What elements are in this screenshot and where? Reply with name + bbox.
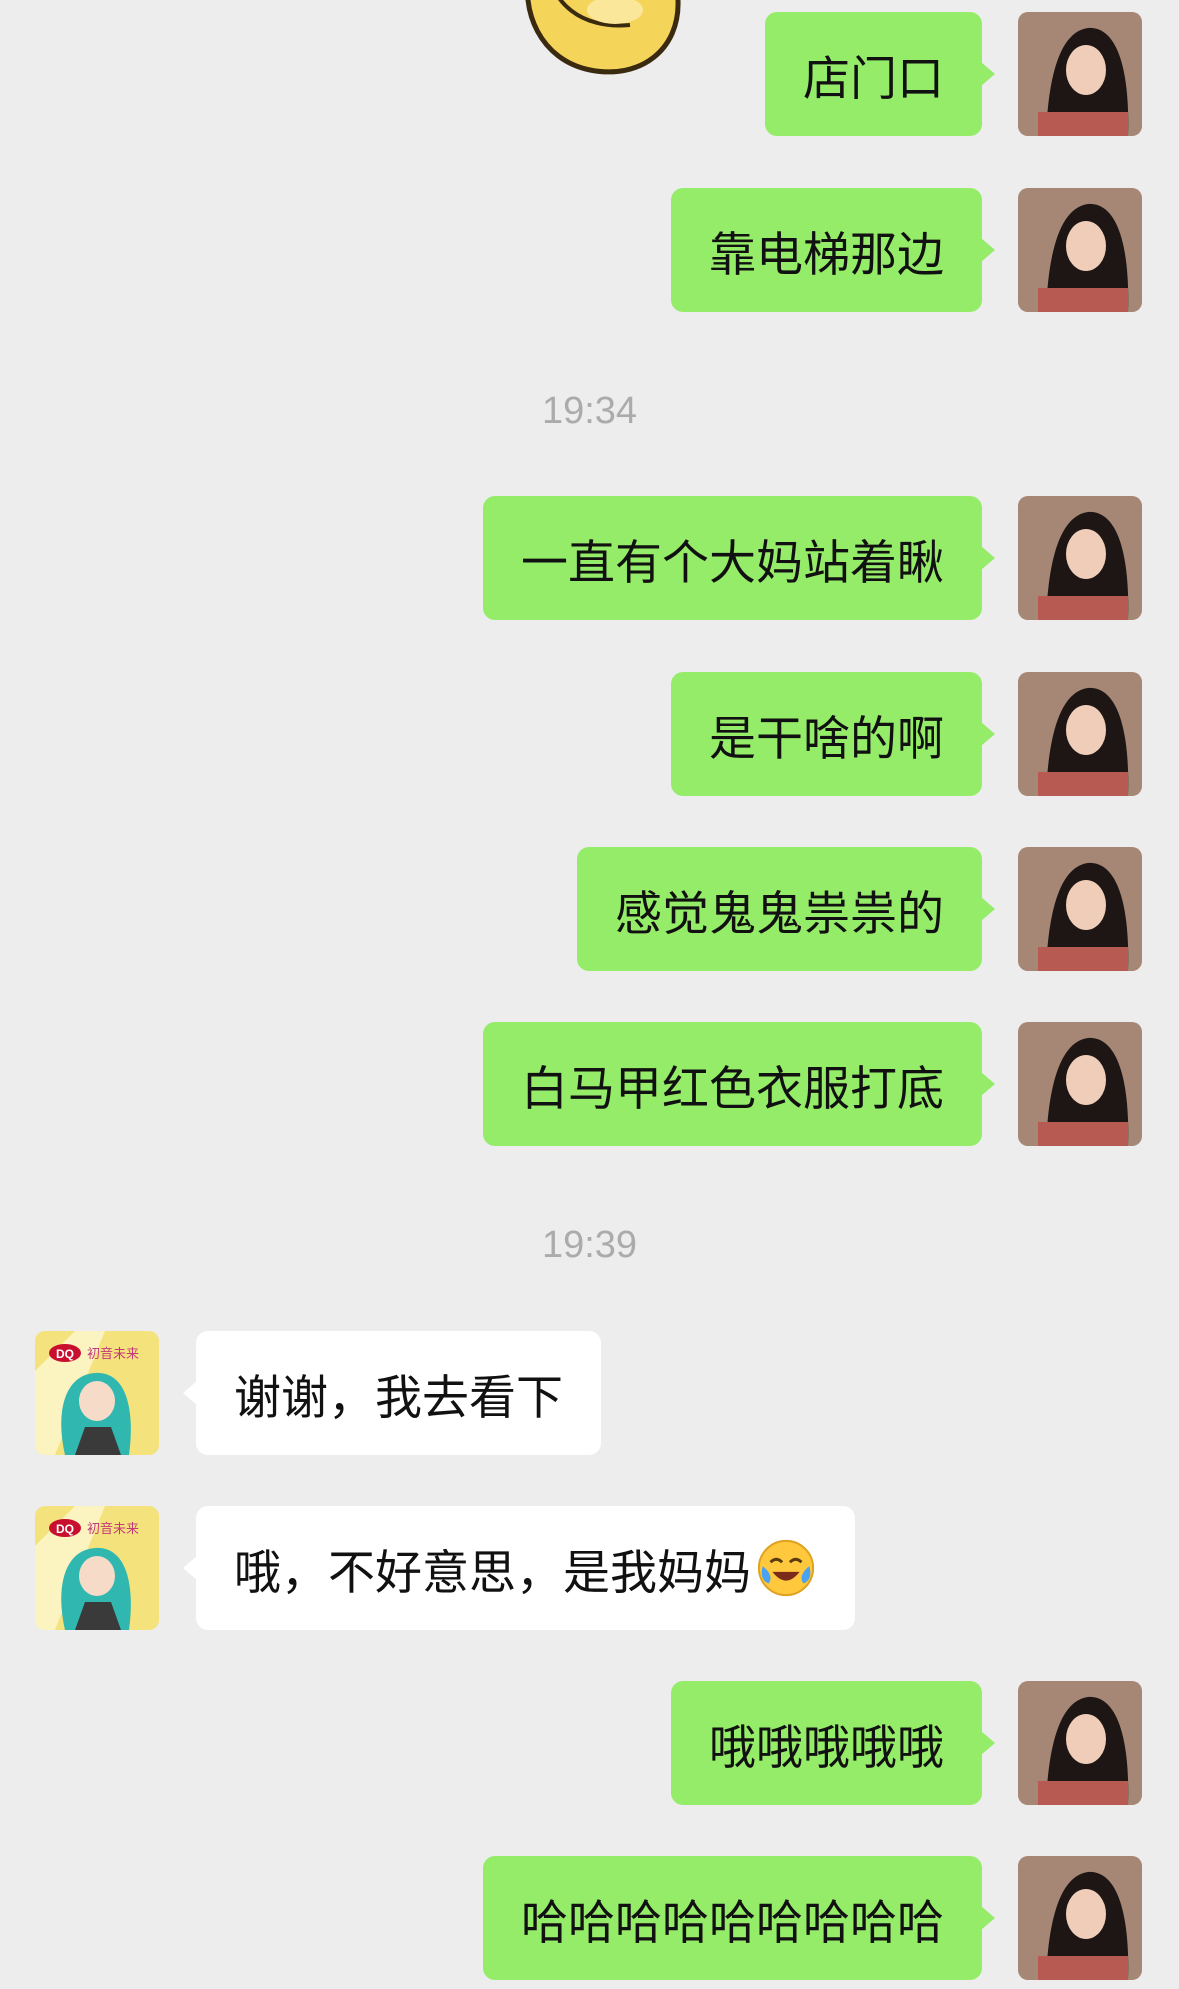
message-text: 店门口 [803, 51, 944, 107]
message-bubble[interactable]: 哈哈哈哈哈哈哈哈哈 [483, 1856, 995, 1980]
message-bubble[interactable]: 哦，不好意思，是我妈妈 [183, 1506, 855, 1630]
timestamp: 19:39 [541, 1224, 638, 1266]
message-bubble[interactable]: 谢谢，我去看下 [183, 1331, 601, 1455]
message-bubble[interactable]: 感觉鬼鬼祟祟的 [577, 847, 995, 971]
message-row: 哈哈哈哈哈哈哈哈哈 [0, 1856, 1179, 1980]
my-avatar[interactable] [1018, 1681, 1142, 1805]
message-text: 是干啥的啊 [709, 711, 944, 767]
my-avatar[interactable] [1018, 188, 1142, 312]
my-avatar[interactable] [1018, 847, 1142, 971]
avatar-caption: 初音未来 [87, 1346, 139, 1362]
message-bubble[interactable]: 白马甲红色衣服打底 [483, 1022, 995, 1146]
message-text: 一直有个大妈站着瞅 [521, 535, 944, 591]
message-text: 白马甲红色衣服打底 [521, 1061, 944, 1117]
contact-avatar[interactable]: DQ 初音未来 [35, 1331, 159, 1455]
my-avatar[interactable] [1018, 672, 1142, 796]
message-bubble[interactable]: 是干啥的啊 [671, 672, 995, 796]
timestamp: 19:34 [541, 390, 638, 432]
message-row: 店门口 [0, 12, 1179, 136]
message-text: 哦，不好意思，是我妈妈 [234, 1545, 751, 1601]
message-text: 谢谢，我去看下 [234, 1370, 563, 1426]
message-bubble[interactable]: 靠电梯那边 [671, 188, 995, 312]
brand-badge: DQ [56, 1522, 74, 1536]
message-bubble[interactable]: 店门口 [765, 12, 995, 136]
message-text: 靠电梯那边 [709, 227, 944, 283]
message-text: 感觉鬼鬼祟祟的 [615, 886, 944, 942]
message-bubble[interactable]: 一直有个大妈站着瞅 [483, 496, 995, 620]
my-avatar[interactable] [1018, 1022, 1142, 1146]
contact-avatar[interactable]: DQ 初音未来 [35, 1506, 159, 1630]
brand-badge: DQ [56, 1347, 74, 1361]
message-row: 哦哦哦哦哦 [0, 1681, 1179, 1805]
avatar-caption: 初音未来 [87, 1521, 139, 1537]
message-row: 是干啥的啊 [0, 672, 1179, 796]
message-row: 一直有个大妈站着瞅 [0, 496, 1179, 620]
message-row: 感觉鬼鬼祟祟的 [0, 847, 1179, 971]
message-row: 靠电梯那边 [0, 188, 1179, 312]
message-row: 白马甲红色衣服打底 [0, 1022, 1179, 1146]
message-row: DQ 初音未来 谢谢，我去看下 [0, 1331, 1179, 1455]
message-row: DQ 初音未来 哦，不好意思，是我妈妈 [0, 1506, 1179, 1630]
my-avatar[interactable] [1018, 496, 1142, 620]
message-text: 哈哈哈哈哈哈哈哈哈 [521, 1895, 944, 1951]
message-text: 哦哦哦哦哦 [709, 1720, 944, 1776]
my-avatar[interactable] [1018, 12, 1142, 136]
my-avatar[interactable] [1018, 1856, 1142, 1980]
crying-laughing-emoji-icon [757, 1539, 815, 1597]
message-bubble[interactable]: 哦哦哦哦哦 [671, 1681, 995, 1805]
